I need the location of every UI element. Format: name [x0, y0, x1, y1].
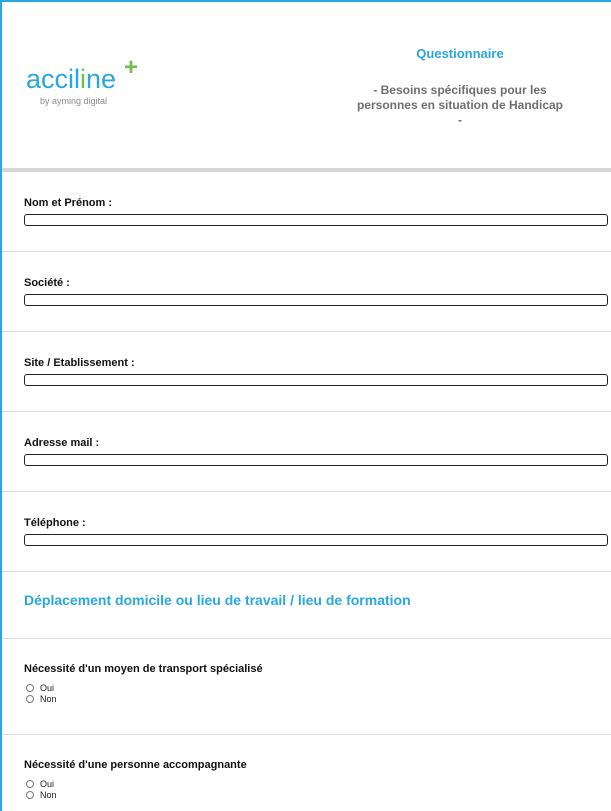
radio-option-oui[interactable]: Oui	[26, 682, 57, 693]
radio-button[interactable]	[26, 790, 34, 799]
radio-label: Non	[40, 693, 57, 704]
radio-button[interactable]	[26, 694, 34, 703]
logo-wordmark: acciline	[26, 64, 117, 94]
question-label: Nécessité d'un moyen de transport spécia…	[24, 663, 263, 675]
question-label: Nécessité d'une personne accompagnante	[24, 759, 247, 771]
acciline-logo: acciline + by ayming digital	[26, 56, 156, 114]
radio-label: Oui	[40, 682, 55, 693]
field-label: Téléphone :	[24, 517, 86, 529]
logo-plus-icon: +	[124, 54, 139, 81]
form-page: acciline + by ayming digital Questionnai…	[0, 0, 611, 811]
societe-input[interactable]	[24, 294, 608, 306]
field-label: Adresse mail :	[24, 437, 100, 449]
radio-button[interactable]	[26, 779, 34, 788]
question-transport: Nécessité d'un moyen de transport spécia…	[2, 639, 611, 735]
logo-tagline: by ayming digital	[40, 96, 108, 106]
nom-prenom-input[interactable]	[24, 214, 608, 226]
field-label: Société :	[24, 277, 70, 289]
page-title: Questionnaire	[416, 46, 504, 61]
section-title: Déplacement domicile ou lieu de travail …	[24, 592, 411, 608]
page-subtitle: - Besoins spécifiques pour les personnes…	[356, 83, 564, 127]
radio-label: Non	[40, 789, 57, 800]
site-etablissement-input[interactable]	[24, 374, 608, 386]
radio-button[interactable]	[26, 683, 34, 692]
radio-option-non[interactable]: Non	[26, 789, 57, 800]
radio-option-oui[interactable]: Oui	[26, 778, 57, 789]
radio-option-non[interactable]: Non	[26, 693, 57, 704]
radio-label: Oui	[40, 778, 55, 789]
telephone-input[interactable]	[24, 534, 608, 546]
section-deplacement: Déplacement domicile ou lieu de travail …	[2, 572, 611, 639]
question-accompagnant: Nécessité d'une personne accompagnante O…	[2, 735, 611, 811]
field-label: Site / Etablissement :	[24, 357, 135, 369]
field-telephone: Téléphone :	[2, 492, 611, 572]
form-header: acciline + by ayming digital Questionnai…	[2, 2, 611, 172]
field-site: Site / Etablissement :	[2, 332, 611, 412]
field-nom-prenom: Nom et Prénom :	[2, 172, 611, 252]
field-societe: Société :	[2, 252, 611, 332]
radio-group-transport: Oui Non	[26, 682, 57, 704]
title-block: Questionnaire - Besoins spécifiques pour…	[354, 46, 566, 128]
field-label: Nom et Prénom :	[24, 197, 113, 209]
radio-group-accompagnant: Oui Non	[26, 778, 57, 800]
email-input[interactable]	[24, 454, 608, 466]
field-email: Adresse mail :	[2, 412, 611, 492]
